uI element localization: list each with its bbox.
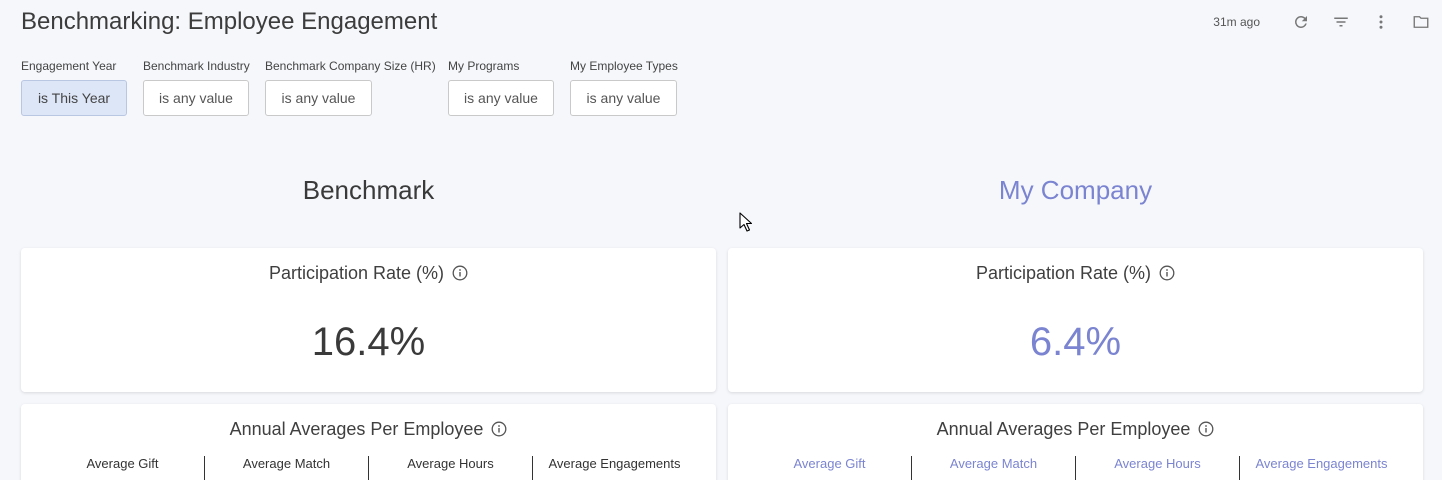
card-title: Participation Rate (%)	[728, 262, 1423, 284]
card-title-text: Participation Rate (%)	[975, 262, 1152, 283]
info-icon[interactable]	[1198, 421, 1214, 437]
info-icon[interactable]	[452, 265, 468, 281]
averages-columns: Average Gift Average Match Average Hours…	[21, 456, 716, 480]
my-company-averages-card: Annual Averages Per Employee Average Gif…	[728, 404, 1423, 480]
column-header: Average Match	[912, 456, 1076, 480]
more-vert-icon[interactable]	[1370, 11, 1392, 33]
my-company-heading: My Company	[998, 175, 1153, 205]
column-header: Average Gift	[41, 456, 205, 480]
filter-icon[interactable]	[1330, 11, 1352, 33]
column-header: Average Hours	[369, 456, 533, 480]
benchmark-participation-card: Participation Rate (%) 16.4%	[21, 248, 716, 392]
filter-my-employee-types: My Employee Types is any value	[570, 59, 678, 116]
my-company-participation-card: Participation Rate (%) 6.4%	[728, 248, 1423, 392]
column-header: Average Engagements	[548, 456, 681, 471]
card-title: Annual Averages Per Employee	[728, 418, 1423, 440]
filter-label: My Programs	[448, 59, 520, 73]
mouse-cursor-icon	[739, 212, 753, 232]
filter-my-programs-button[interactable]: is any value	[448, 80, 554, 116]
filter-benchmark-industry: Benchmark Industry is any value	[143, 59, 250, 116]
benchmark-heading: Benchmark	[302, 175, 435, 205]
filter-benchmark-company-size-button[interactable]: is any value	[265, 80, 372, 116]
filter-benchmark-company-size: Benchmark Company Size (HR) is any value	[265, 59, 436, 116]
column-header: Average Match	[205, 456, 369, 480]
last-updated-text: 31m ago	[1213, 15, 1260, 29]
card-title-text: Participation Rate (%)	[268, 262, 445, 283]
filter-label: Benchmark Company Size (HR)	[265, 59, 436, 73]
card-title: Participation Rate (%)	[21, 262, 716, 284]
page-title: Benchmarking: Employee Engagement	[21, 8, 438, 35]
folder-icon[interactable]	[1410, 11, 1432, 33]
participation-rate-value: 16.4%	[311, 320, 426, 364]
card-title-text: Annual Averages Per Employee	[936, 418, 1191, 439]
benchmark-averages-card: Annual Averages Per Employee Average Gif…	[21, 404, 716, 480]
info-icon[interactable]	[491, 421, 507, 437]
participation-rate-value: 6.4%	[1029, 320, 1122, 364]
filter-label: My Employee Types	[570, 59, 678, 73]
info-icon[interactable]	[1159, 265, 1175, 281]
card-title-text: Annual Averages Per Employee	[229, 418, 484, 439]
column-header: Average Gift	[748, 456, 912, 480]
card-title: Annual Averages Per Employee	[21, 418, 716, 440]
filter-engagement-year: Engagement Year is This Year	[21, 59, 127, 116]
filter-my-employee-types-button[interactable]: is any value	[570, 80, 677, 116]
column-header: Average Hours	[1076, 456, 1240, 480]
averages-columns: Average Gift Average Match Average Hours…	[728, 456, 1423, 480]
header-toolbar: 31m ago	[1213, 10, 1432, 34]
filter-my-programs: My Programs is any value	[448, 59, 554, 116]
filter-engagement-year-button[interactable]: is This Year	[21, 80, 127, 116]
column-header: Average Engagements	[1255, 456, 1388, 471]
filter-label: Engagement Year	[21, 59, 117, 73]
filter-benchmark-industry-button[interactable]: is any value	[143, 80, 249, 116]
refresh-icon[interactable]	[1290, 11, 1312, 33]
filter-label: Benchmark Industry	[143, 59, 250, 73]
